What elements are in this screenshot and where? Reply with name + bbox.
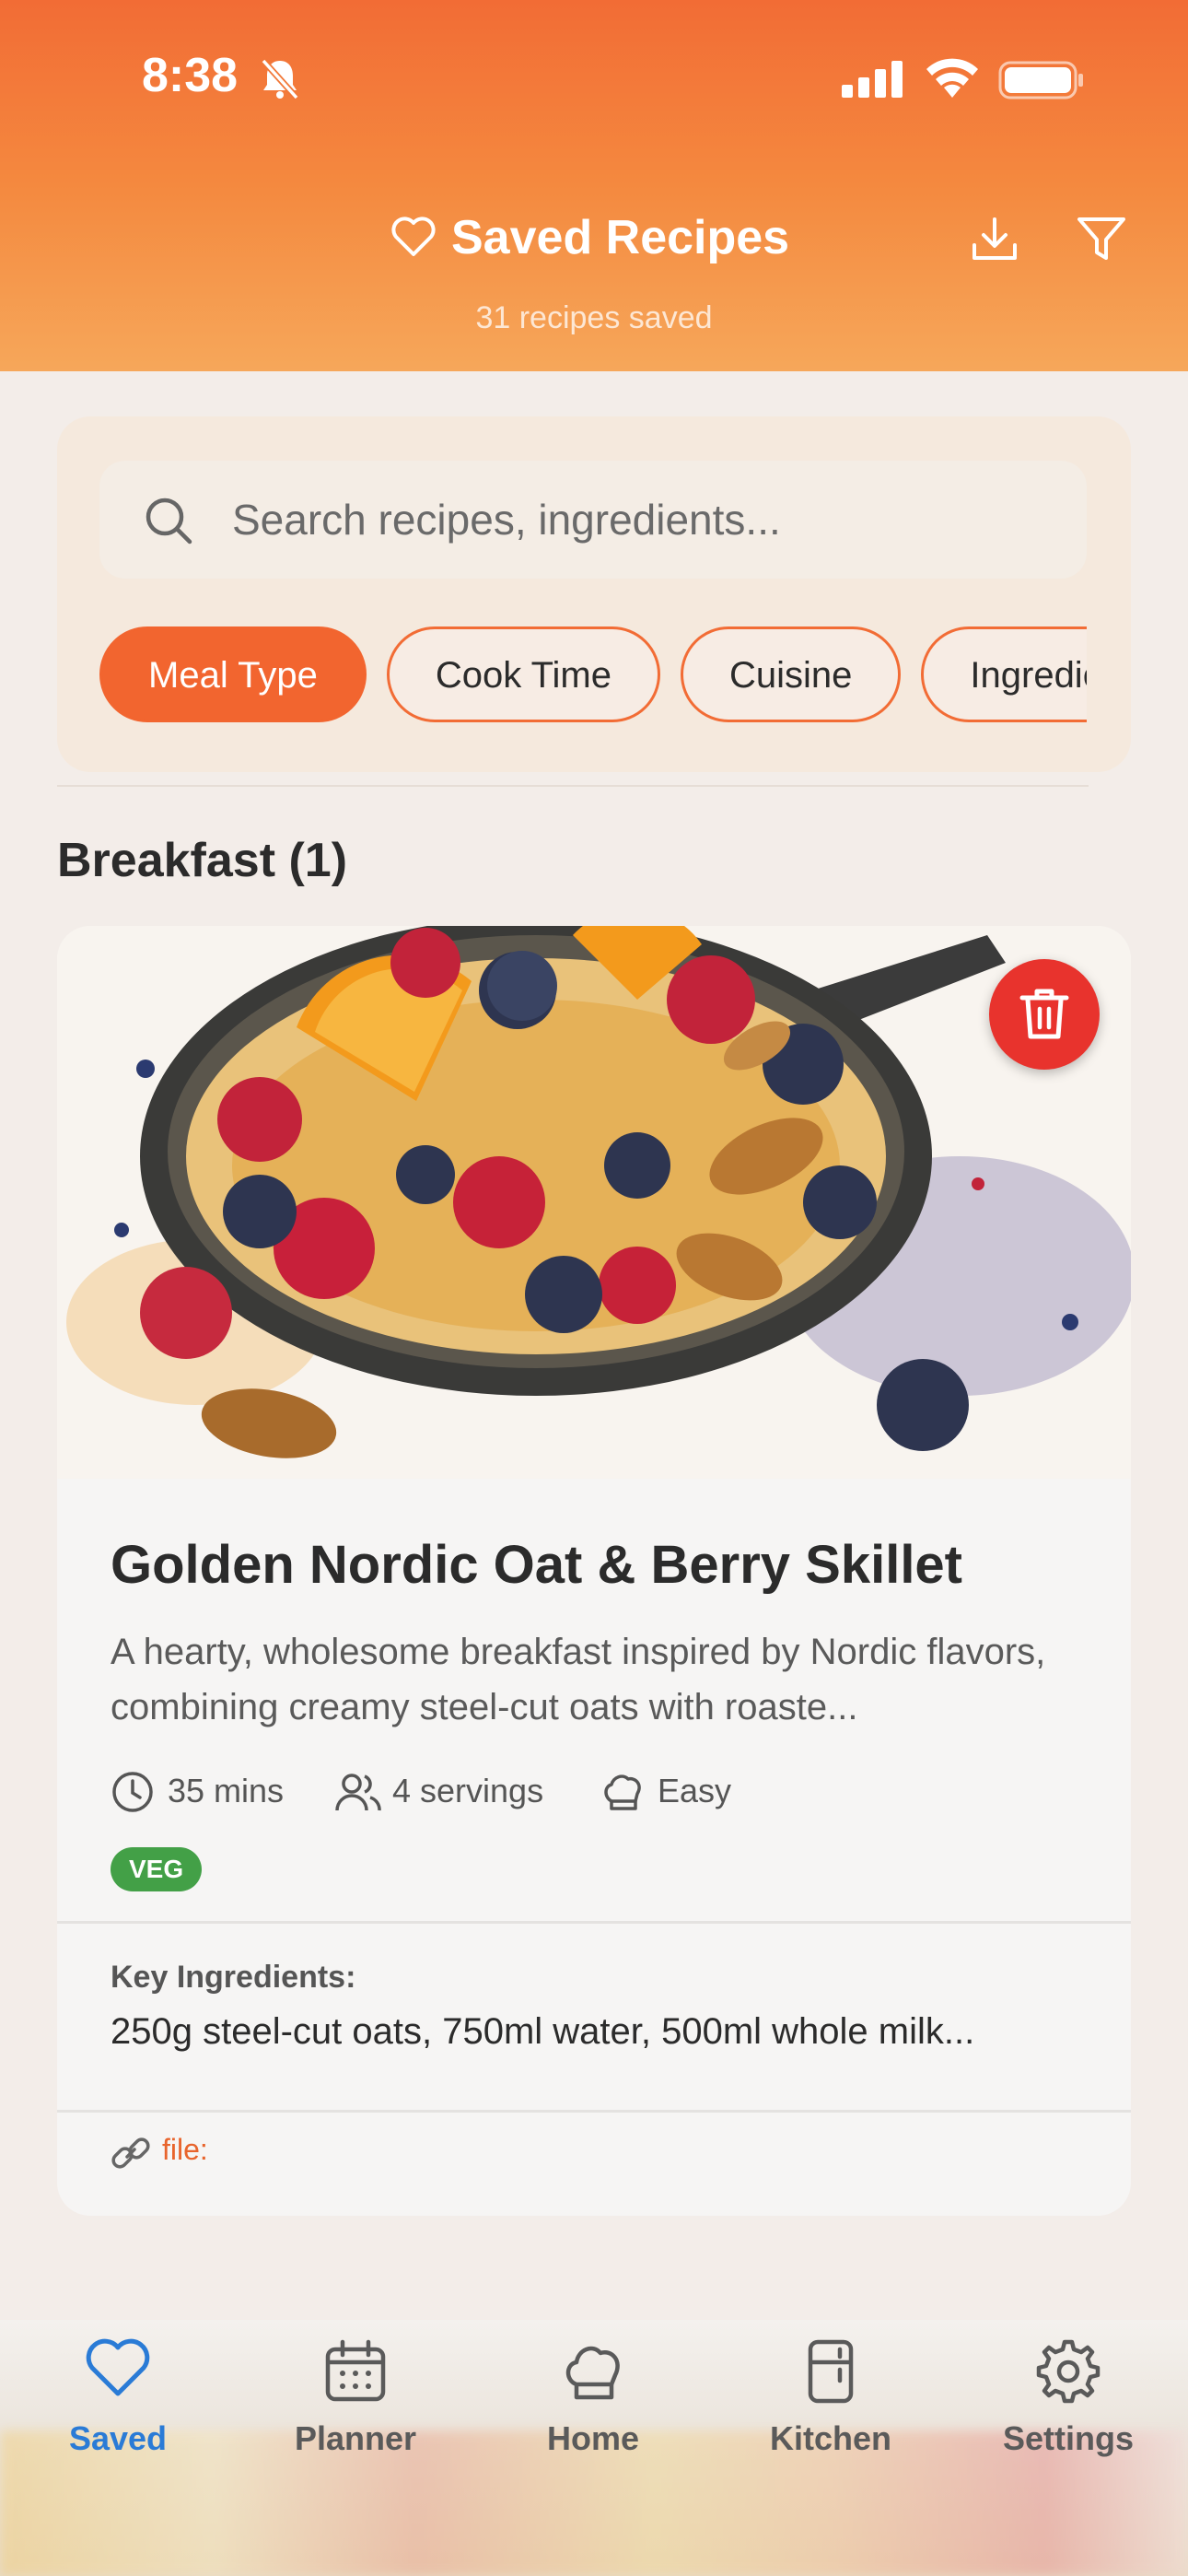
chip-meal-type[interactable]: Meal Type [99,626,367,722]
tab-label: Saved [68,2419,168,2457]
difficulty-label: Easy [658,1772,732,1809]
tab-label: Planner [294,2419,417,2457]
recipe-title: Golden Nordic Oat & Berry Skillet [111,1535,962,1595]
divider [57,1921,1131,1924]
recipe-card[interactable]: Golden Nordic Oat & Berry Skillet A hear… [57,926,1131,2216]
tab-bar: Saved Planner Home Kitchen Settings [0,2320,1188,2576]
app-header: 8:38 Saved Recipes 31 recipes saved [0,0,1188,371]
filter-icon[interactable] [1076,214,1127,265]
tab-home[interactable]: Home [483,2320,704,2541]
header-title-row: Saved Recipes [0,203,1188,276]
search-box[interactable] [99,461,1087,579]
battery-icon [998,61,1083,100]
search-input[interactable] [232,461,1061,579]
trash-icon [1019,989,1069,1039]
key-ingredients-label: Key Ingredients: [111,1960,356,1995]
veg-badge: VEG [111,1847,203,1891]
bell-slash-icon [261,58,299,100]
cellular-signal-icon [842,61,903,98]
clock-icon [112,1772,153,1812]
chip-cook-time[interactable]: Cook Time [386,626,660,722]
divider [57,785,1089,787]
delete-button[interactable] [989,959,1100,1070]
status-bar: 8:38 [0,0,1188,166]
servings-label: 4 servings [392,1772,544,1809]
filter-chips: Meal TypeCook TimeCuisineIngredients [99,626,1087,726]
wifi-icon [926,58,978,98]
download-icon[interactable] [969,214,1020,265]
page-title: Saved Recipes [451,211,790,264]
tab-label: Home [546,2419,640,2457]
link-icon [111,2137,150,2169]
chef-hat-icon [565,2346,620,2400]
tab-saved[interactable]: Saved [7,2320,228,2541]
servings: 4 servings [335,1764,575,1820]
chip-ingredients[interactable]: Ingredients [921,626,1087,722]
tab-planner[interactable]: Planner [245,2320,466,2541]
difficulty: Easy [600,1764,785,1820]
recipe-image [57,926,1131,1479]
people-icon [335,1774,381,1811]
heart-icon [391,217,436,256]
tab-label: Settings [1002,2419,1134,2457]
search-icon [146,498,192,544]
chef-hat-icon [604,1774,641,1810]
gear-icon [1036,2339,1101,2404]
tab-label: Kitchen [769,2419,891,2457]
status-time: 8:38 [142,49,239,102]
key-ingredients-text: 250g steel-cut oats, 750ml water, 500ml … [111,2011,975,2052]
calendar-icon [325,2339,386,2402]
tab-kitchen[interactable]: Kitchen [720,2320,941,2541]
cook-time: 35 mins [111,1764,313,1820]
section-title: Breakfast (1) [57,834,348,887]
source-link[interactable]: file: [162,2133,208,2167]
search-filter-panel: Meal TypeCook TimeCuisineIngredients [57,416,1131,772]
recipes-count: 31 recipes saved [475,300,713,335]
cook-time-label: 35 mins [168,1772,285,1809]
recipe-description: A hearty, wholesome breakfast inspired b… [111,1632,1046,1727]
heart-icon [86,2338,150,2396]
divider [57,2110,1131,2113]
fridge-icon [808,2339,854,2404]
tab-settings[interactable]: Settings [958,2320,1179,2541]
chip-cuisine[interactable]: Cuisine [680,626,902,722]
